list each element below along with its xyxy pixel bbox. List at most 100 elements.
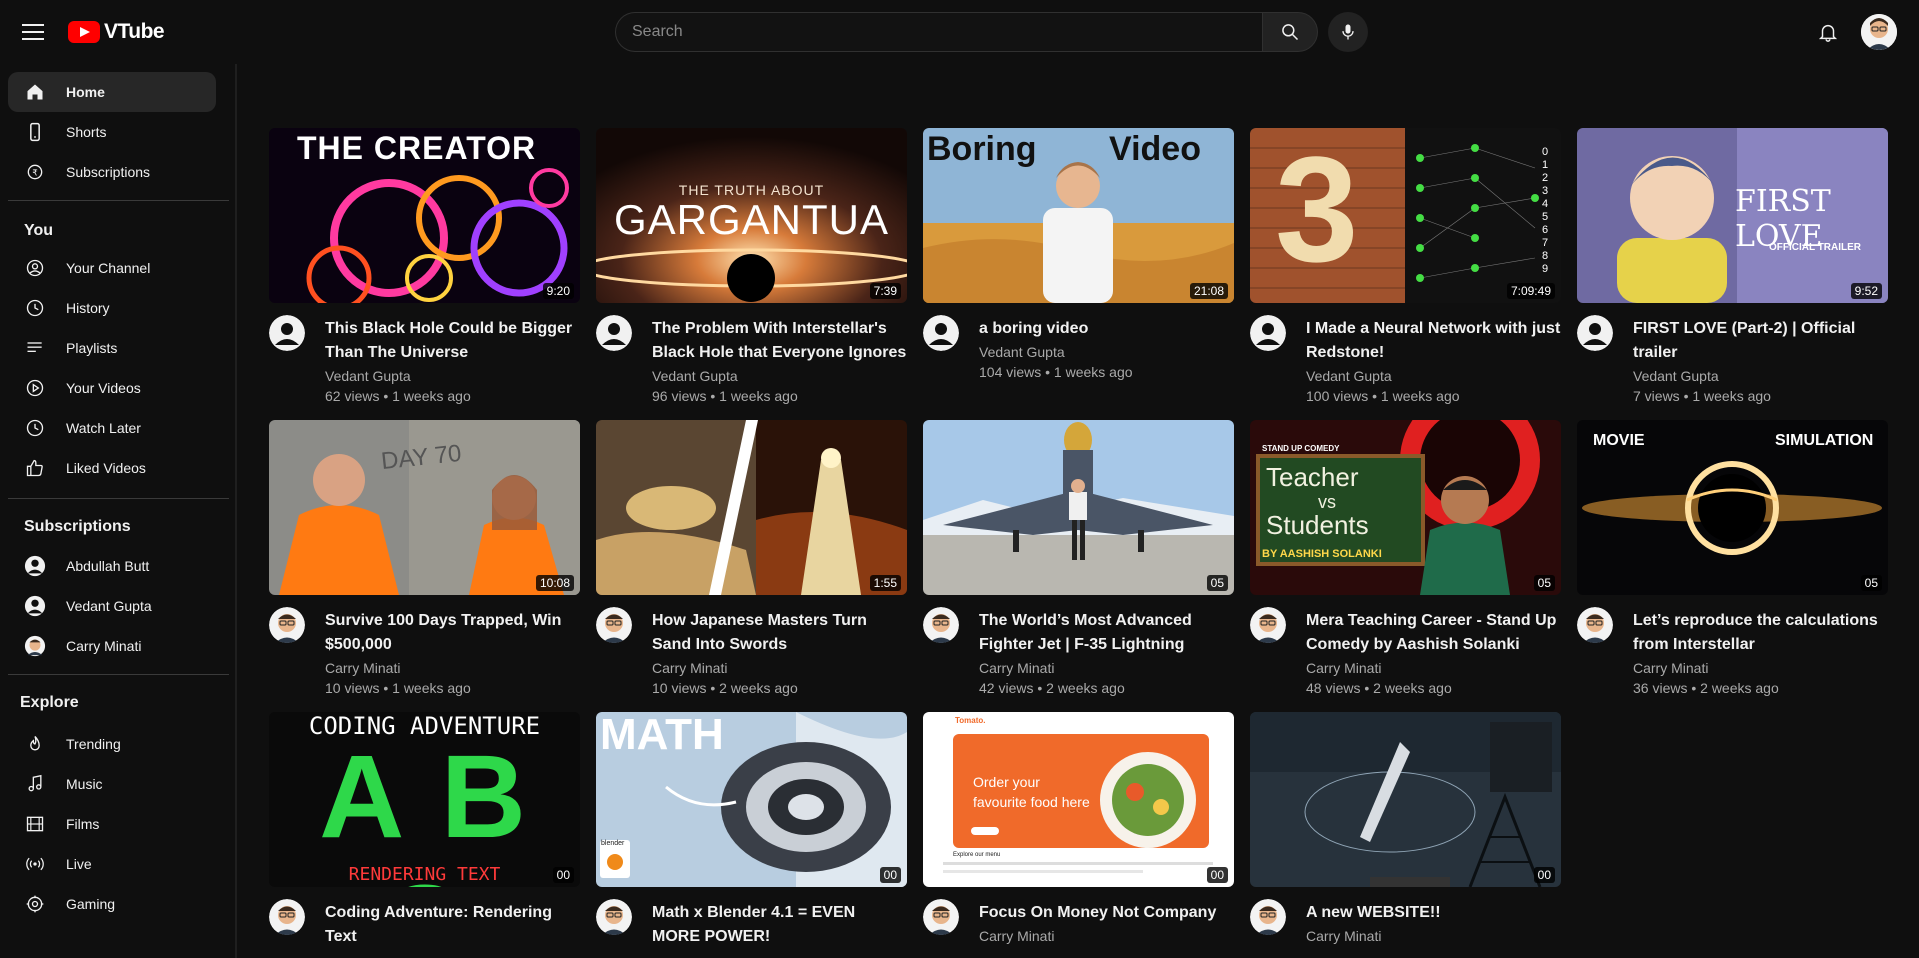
channel-name[interactable]: Carry Minati — [979, 660, 1054, 676]
search-button[interactable] — [1262, 12, 1318, 52]
video-title[interactable]: Focus On Money Not Company — [979, 901, 1235, 925]
channel-name[interactable]: Carry Minati — [1306, 928, 1381, 944]
video-title[interactable]: a boring video — [979, 317, 1235, 341]
sidebar-sub-carry-minati[interactable]: Carry Minati — [8, 626, 216, 666]
channel-name[interactable]: Carry Minati — [979, 928, 1054, 944]
search-input[interactable] — [615, 12, 1262, 52]
channel-name[interactable]: Vedant Gupta — [1306, 368, 1392, 384]
thumbnail-text: MATH — [600, 712, 724, 759]
video-title[interactable]: Survive 100 Days Trapped, Win $500,000 — [325, 609, 581, 657]
thumbnail-text: Explore our menu — [953, 852, 1001, 858]
channel-avatar[interactable] — [269, 607, 305, 643]
channel-avatar[interactable] — [269, 315, 305, 351]
sidebar-item-watch-later[interactable]: Watch Later — [8, 408, 216, 448]
video-thumbnail[interactable]: STAND UP COMEDY Teacher vs Students BY A… — [1250, 420, 1561, 595]
menu-icon[interactable] — [18, 18, 50, 46]
sidebar-item-home[interactable]: Home — [8, 72, 216, 112]
title-line: A new WEBSITE!! — [1306, 904, 1441, 921]
video-thumbnail[interactable]: 1:55 — [596, 420, 907, 595]
video-meta: Let’s reproduce the calculations from Int… — [1577, 595, 1889, 696]
channel-name[interactable]: Vedant Gupta — [1633, 368, 1719, 384]
video-card: CODING ADVENTURE A B C RENDERING TEXT 00… — [269, 712, 580, 958]
channel-avatar[interactable] — [1250, 315, 1286, 351]
sidebar-item-live[interactable]: Live — [8, 844, 216, 884]
video-title[interactable]: Coding Adventure: Rendering Text — [325, 901, 581, 949]
you-heading: You — [24, 222, 54, 239]
sidebar-item-playlists[interactable]: Playlists — [8, 328, 216, 368]
voice-search-button[interactable] — [1328, 12, 1368, 52]
sidebar-item-label: Watch Later — [66, 420, 141, 436]
video-title[interactable]: This Black Hole Could be Bigger Than The … — [325, 317, 581, 365]
channel-avatar[interactable] — [923, 315, 959, 351]
sidebar-item-subscriptions[interactable]: ₹ Subscriptions — [8, 152, 216, 192]
logo[interactable]: VTube — [68, 20, 165, 44]
channel-avatar[interactable] — [1577, 607, 1613, 643]
video-thumbnail[interactable]: THE TRUTH ABOUT GARGANTUA 7:39 — [596, 128, 907, 303]
video-title[interactable]: How Japanese Masters Turn Sand Into Sword… — [652, 609, 908, 657]
title-line: Let’s reproduce the calculations — [1633, 612, 1878, 629]
channel-name[interactable]: Vedant Gupta — [979, 344, 1065, 360]
sidebar-sub-abdullah-butt[interactable]: Abdullah Butt — [8, 546, 216, 586]
channel-avatar[interactable] — [1250, 899, 1286, 935]
duration-badge: 7:39 — [869, 283, 901, 299]
sidebar-item-shorts[interactable]: Shorts — [8, 112, 216, 152]
video-thumbnail[interactable]: 00 — [1250, 712, 1561, 887]
video-thumbnail[interactable]: Boring Video 21:08 — [923, 128, 1234, 303]
channel-avatar[interactable] — [596, 315, 632, 351]
sidebar-item-gaming[interactable]: Gaming — [8, 884, 216, 924]
channel-name[interactable]: Vedant Gupta — [325, 368, 411, 384]
sidebar-item-your-channel[interactable]: Your Channel — [8, 248, 216, 288]
video-title[interactable]: A new WEBSITE!! — [1306, 901, 1562, 925]
video-thumbnail[interactable]: DAY 70 10:08 — [269, 420, 580, 595]
channel-avatar[interactable] — [923, 899, 959, 935]
sidebar-item-trending[interactable]: Trending — [8, 724, 216, 764]
channel-avatar[interactable] — [269, 899, 305, 935]
home-icon — [24, 81, 46, 103]
channel-name[interactable]: Carry Minati — [1633, 660, 1708, 676]
thumbnail-text: Boring — [927, 130, 1037, 168]
video-thumbnail[interactable]: FIRST LOVE OFFICIAL TRAILER 9:52 — [1577, 128, 1888, 303]
channel-avatar[interactable] — [1250, 607, 1286, 643]
shorts-icon — [24, 121, 46, 143]
video-stats: 48 views • 2 weeks ago — [1306, 680, 1452, 696]
title-line: I Made a Neural Network with just — [1306, 320, 1561, 337]
duration-badge: 9:20 — [542, 283, 574, 299]
sidebar-item-music[interactable]: Music — [8, 764, 216, 804]
channel-name[interactable]: Carry Minati — [652, 660, 727, 676]
video-title[interactable]: FIRST LOVE (Part-2) | Official trailer — [1633, 317, 1889, 365]
video-thumbnail[interactable]: MOVIE SIMULATION 05 — [1577, 420, 1888, 595]
notifications-button[interactable] — [1810, 16, 1846, 48]
thumbnail-text: GARGANTUA — [613, 196, 890, 243]
video-title[interactable]: The World’s Most Advanced Fighter Jet | F… — [979, 609, 1235, 657]
video-thumbnail[interactable]: THE CREATOR 9:20 — [269, 128, 580, 303]
channel-name[interactable]: Carry Minati — [325, 660, 400, 676]
thumbnail-text: Students — [1266, 510, 1369, 540]
channel-avatar[interactable] — [596, 899, 632, 935]
sidebar-item-liked-videos[interactable]: Liked Videos — [8, 448, 216, 488]
channel-avatar[interactable] — [1577, 315, 1613, 351]
sidebar-sub-vedant-gupta[interactable]: Vedant Gupta — [8, 586, 216, 626]
channel-avatar[interactable] — [923, 607, 959, 643]
channel-name[interactable]: Carry Minati — [1306, 660, 1381, 676]
video-title[interactable]: Let’s reproduce the calculations from Int… — [1633, 609, 1889, 657]
channel-name[interactable]: Vedant Gupta — [652, 368, 738, 384]
video-thumbnail[interactable]: MATH blender 00 — [596, 712, 907, 887]
sidebar-item-label: Films — [66, 816, 100, 832]
video-card: 3 0 1 2 3 4 5 6 7 8 9 7:09:49 I Made a N… — [1250, 128, 1562, 404]
video-thumbnail[interactable]: 3 0 1 2 3 4 5 6 7 8 9 7:09:49 — [1250, 128, 1561, 303]
sidebar-item-films[interactable]: Films — [8, 804, 216, 844]
video-title[interactable]: I Made a Neural Network with just Redston… — [1306, 317, 1562, 365]
title-line: from Interstellar — [1633, 636, 1755, 653]
sidebar-item-history[interactable]: History — [8, 288, 216, 328]
video-title[interactable]: Mera Teaching Career - Stand Up Comedy by… — [1306, 609, 1562, 657]
profile-avatar[interactable] — [1861, 14, 1897, 50]
sidebar-item-your-videos[interactable]: Your Videos — [8, 368, 216, 408]
channel-avatar[interactable] — [596, 607, 632, 643]
video-title[interactable]: Math x Blender 4.1 = EVEN MORE POWER! — [652, 901, 908, 949]
video-thumbnail[interactable]: 05 — [923, 420, 1234, 595]
sidebar-item-label: Your Channel — [66, 260, 151, 276]
sidebar-item-label: Your Videos — [66, 380, 141, 396]
video-thumbnail[interactable]: CODING ADVENTURE A B C RENDERING TEXT 00 — [269, 712, 580, 887]
video-title[interactable]: The Problem With Interstellar's Black Hol… — [652, 317, 908, 365]
video-thumbnail[interactable]: Tomato. Order your favourite food here E… — [923, 712, 1234, 887]
